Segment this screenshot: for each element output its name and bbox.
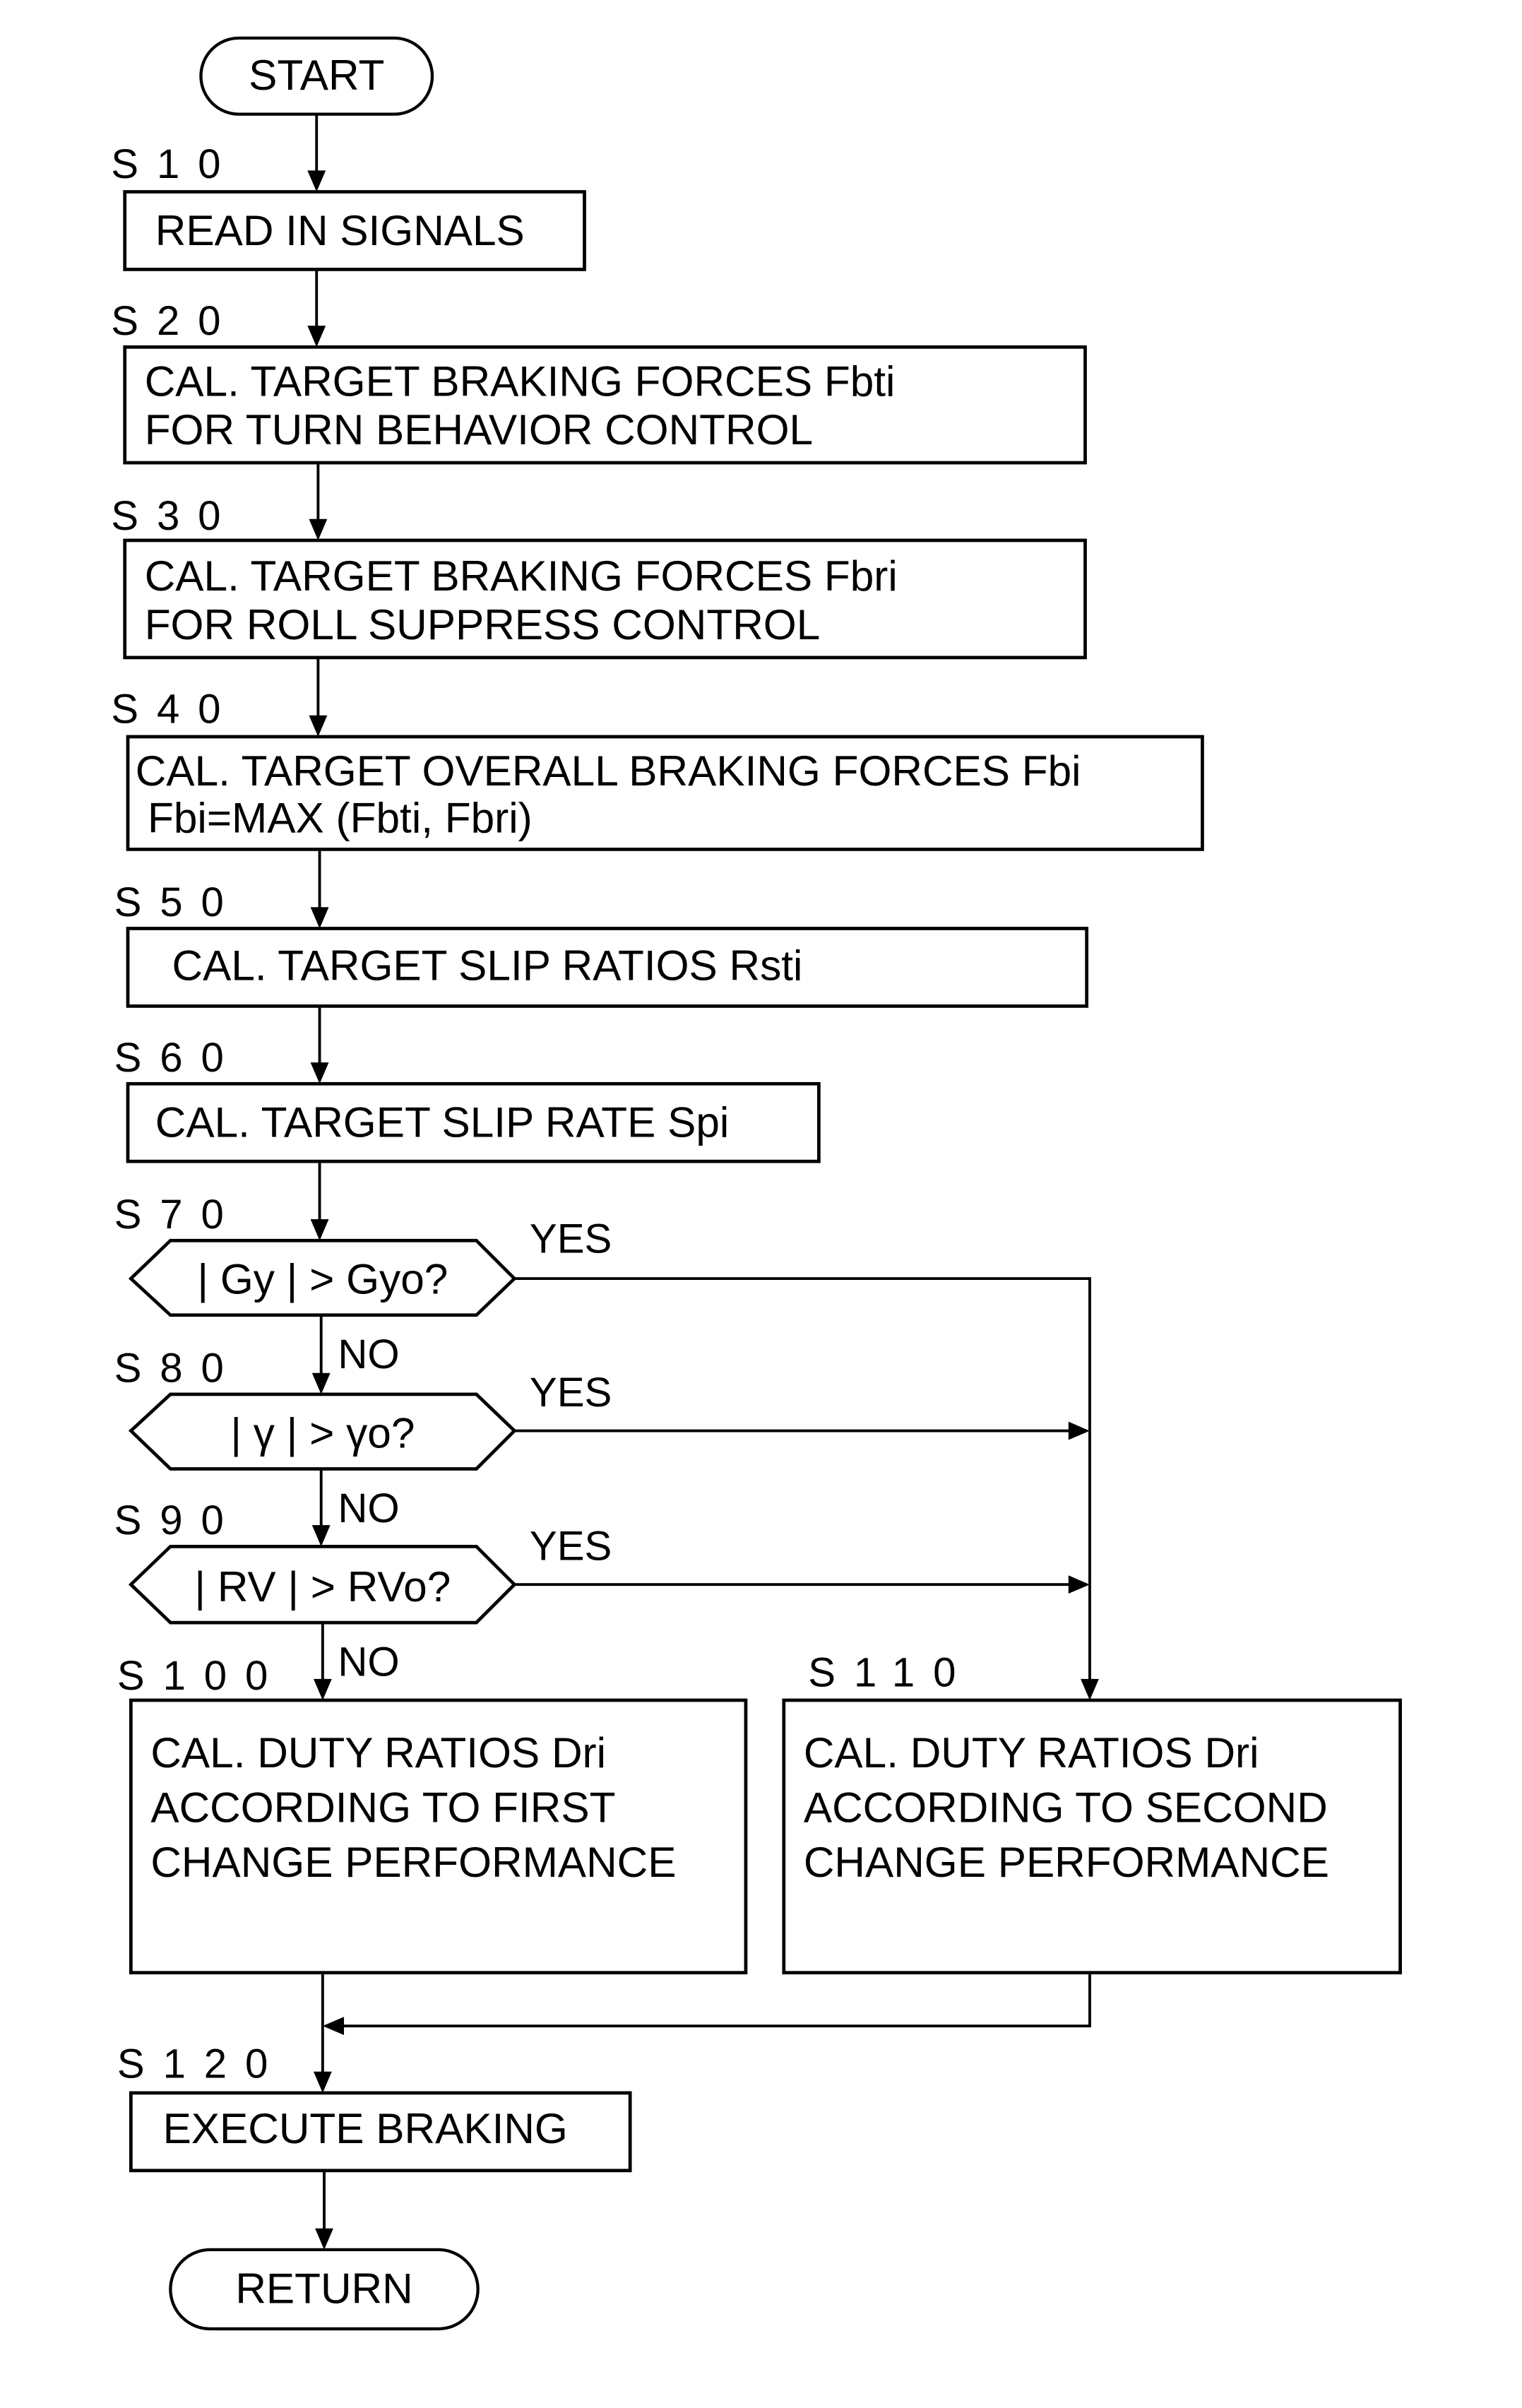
step-label: S10 <box>111 141 239 187</box>
process-text: Fbi=MAX (Fbti, Fbri) <box>148 794 533 842</box>
step-label: S70 <box>114 1192 242 1238</box>
step-s100: S100 CAL. DUTY RATIOS Dri ACCORDING TO F… <box>117 1653 748 1975</box>
arrowhead <box>1068 1575 1090 1594</box>
process-text: CAL. DUTY RATIOS Dri <box>804 1728 1259 1777</box>
connector-s110-merge <box>326 1972 1091 2028</box>
flowchart: START S10 READ IN SIGNALS S20 CAL. TARGE… <box>111 36 1402 2331</box>
return-terminal: RETURN <box>169 2248 480 2331</box>
process-text: CAL. TARGET BRAKING FORCES Fbti <box>145 357 896 405</box>
process-text: CAL. TARGET OVERALL BRAKING FORCES Fbi <box>136 747 1081 795</box>
process-text: CAL. TARGET BRAKING FORCES Fbri <box>145 552 898 600</box>
process-text: FOR TURN BEHAVIOR CONTROL <box>145 405 813 453</box>
process-text: CAL. TARGET SLIP RATE Spi <box>155 1098 730 1146</box>
process-text: READ IN SIGNALS <box>155 206 525 254</box>
step-label: S60 <box>114 1035 242 1081</box>
process-text: CAL. TARGET SLIP RATIOS Rsti <box>172 942 803 990</box>
step-s120: S120 EXECUTE BRAKING <box>117 2041 632 2173</box>
arrowhead <box>307 170 326 192</box>
step-label: S120 <box>117 2041 286 2087</box>
step-s10: S10 READ IN SIGNALS <box>111 141 586 271</box>
no-label: NO <box>338 1485 399 1531</box>
arrowhead <box>310 1219 329 1241</box>
yes-label: YES <box>530 1524 612 1570</box>
arrowhead <box>307 326 326 348</box>
step-s30: S30 CAL. TARGET BRAKING FORCES Fbri FOR … <box>111 493 1087 660</box>
process-text: CHANGE PERFORMANCE <box>804 1838 1329 1886</box>
yes-label: YES <box>530 1370 612 1416</box>
yes-label: YES <box>530 1216 612 1262</box>
arrowhead <box>322 2017 345 2036</box>
arrowhead <box>311 1372 331 1394</box>
step-s110: S110 CAL. DUTY RATIOS Dri ACCORDING TO S… <box>782 1650 1402 1975</box>
step-label: S100 <box>117 1653 286 1699</box>
return-label: RETURN <box>235 2264 412 2312</box>
arrowhead <box>309 518 328 540</box>
arrowhead <box>313 1678 332 1700</box>
start-label: START <box>249 51 384 99</box>
no-label: NO <box>338 1639 399 1685</box>
arrowhead <box>309 715 328 737</box>
arrowhead <box>311 1525 331 1547</box>
step-label: S40 <box>111 687 239 733</box>
step-label: S50 <box>114 879 242 925</box>
step-label: S110 <box>808 1650 974 1696</box>
decision-condition: | RV | > RVo? <box>194 1562 451 1611</box>
connector-s70-yes <box>514 1277 1091 1697</box>
step-label: S30 <box>111 493 239 539</box>
arrowhead <box>310 1062 329 1084</box>
arrowhead <box>310 907 329 929</box>
process-text: FOR ROLL SUPPRESS CONTROL <box>145 600 821 648</box>
decision-condition: | Gy | > Gyo? <box>197 1255 448 1303</box>
arrowhead <box>1068 1421 1090 1440</box>
step-label: S20 <box>111 298 239 344</box>
arrowhead <box>315 2228 333 2250</box>
no-label: NO <box>338 1331 399 1377</box>
step-label: S90 <box>114 1497 242 1543</box>
process-text: CHANGE PERFORMANCE <box>150 1838 676 1886</box>
step-s40: S40 CAL. TARGET OVERALL BRAKING FORCES F… <box>111 687 1204 851</box>
process-text: ACCORDING TO FIRST <box>150 1783 615 1831</box>
decision-condition: | γ | > γo? <box>230 1408 415 1457</box>
process-text: EXECUTE BRAKING <box>163 2104 568 2152</box>
step-label: S80 <box>114 1346 242 1392</box>
start-terminal: START <box>199 36 434 116</box>
step-s20: S20 CAL. TARGET BRAKING FORCES Fbti FOR … <box>111 298 1087 465</box>
arrowhead <box>1081 1678 1099 1700</box>
process-text: ACCORDING TO SECOND <box>804 1783 1328 1831</box>
arrowhead <box>313 2071 332 2093</box>
process-text: CAL. DUTY RATIOS Dri <box>150 1728 606 1777</box>
step-s60: S60 CAL. TARGET SLIP RATE Spi <box>114 1035 821 1163</box>
step-s50: S50 CAL. TARGET SLIP RATIOS Rsti <box>114 879 1089 1008</box>
